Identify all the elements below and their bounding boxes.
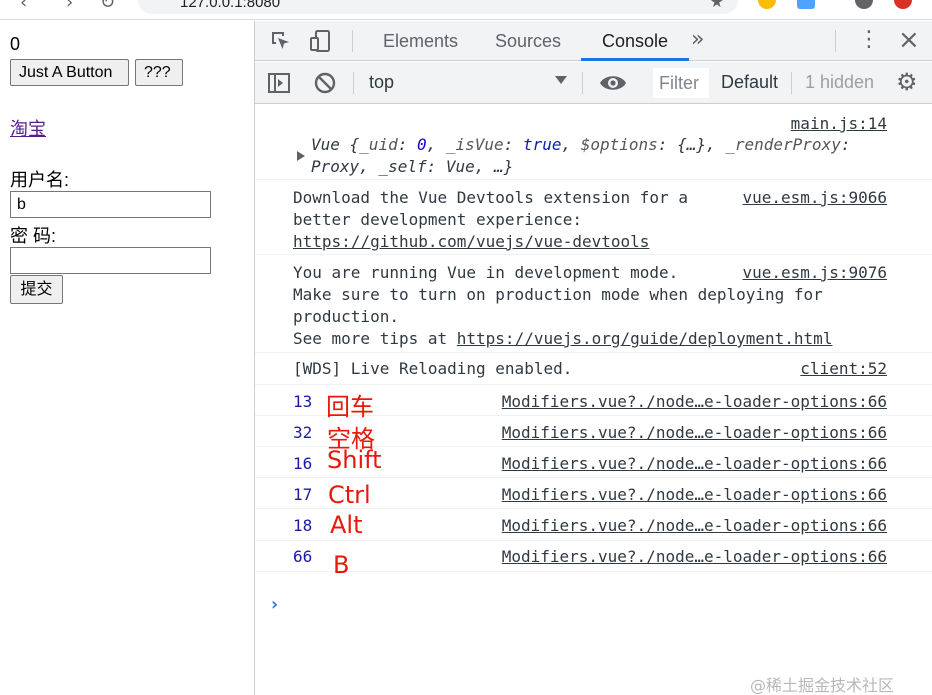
log-levels-select[interactable]: Default levels [721, 72, 779, 93]
message-text: See more tips at https://vuejs.org/guide… [293, 329, 833, 348]
console-message: vue.esm.js:9066 Download the Vue Devtool… [255, 180, 932, 255]
back-icon[interactable]: ‹ [20, 0, 27, 13]
message-text: Make sure to turn on production mode whe… [293, 285, 823, 304]
filter-placeholder: Filter [659, 73, 699, 93]
extension-icon[interactable] [758, 0, 776, 9]
username-input[interactable]: b [10, 191, 211, 218]
close-icon[interactable]: × [898, 25, 920, 55]
profile-avatar[interactable] [855, 0, 873, 9]
tab-console[interactable]: Console [581, 21, 689, 61]
context-select[interactable]: top [369, 72, 394, 93]
counter-value: 0 [10, 34, 21, 54]
console-message: client:52 [WDS] Live Reloading enabled. [255, 353, 932, 385]
console-output: main.js:14 Vue {_uid: 0, _isVue: true, $… [255, 105, 932, 695]
key-log-row: 16 Shift Modifiers.vue?./node…e-loader-o… [255, 446, 932, 478]
extension-icon[interactable] [797, 0, 815, 9]
watermark: @稀土掘金技术社区 [750, 676, 895, 695]
message-source[interactable]: Modifiers.vue?./node…e-loader-options:66 [502, 516, 887, 535]
prompt-chevron-icon[interactable]: › [269, 594, 280, 615]
divider [791, 72, 792, 94]
key-log-row: 18 Alt Modifiers.vue?./node…e-loader-opt… [255, 509, 932, 541]
keyname-annotation: Alt [330, 511, 363, 539]
chevron-down-icon[interactable] [555, 76, 567, 84]
message-source[interactable]: vue.esm.js:9076 [743, 263, 888, 282]
devtools-tabbar: Elements Sources Console » ⋮ × [255, 21, 932, 61]
message-text: Download the Vue Devtools extension for … [293, 188, 688, 207]
filter-input[interactable]: Filter [653, 68, 709, 98]
message-source[interactable]: vue.esm.js:9066 [743, 188, 888, 207]
key-log-row: 17 Ctrl Modifiers.vue?./node…e-loader-op… [255, 478, 932, 509]
more-tabs-icon[interactable]: » [691, 27, 704, 52]
keycode-value: 16 [293, 454, 313, 473]
keycode-value: 66 [293, 547, 313, 566]
divider [582, 72, 583, 94]
sidebar-toggle-icon[interactable] [267, 71, 291, 95]
clear-console-icon[interactable] [313, 71, 337, 95]
taobao-link[interactable]: 淘宝 [10, 115, 46, 141]
keyname-annotation: Shift [327, 446, 382, 474]
address-bar[interactable]: 127.0.0.1:8080 ★ [138, 0, 738, 14]
key-log-row: 13 回车 Modifiers.vue?./node…e-loader-opti… [255, 385, 932, 421]
divider [353, 72, 354, 94]
question-button[interactable]: ??? [135, 59, 183, 86]
message-text: better development experience: [293, 210, 582, 229]
console-message: main.js:14 Vue {_uid: 0, _isVue: true, $… [255, 105, 932, 180]
key-log-row: 66 B Modifiers.vue?./node…e-loader-optio… [255, 541, 932, 579]
console-message: vue.esm.js:9076 You are running Vue in d… [255, 255, 932, 353]
hidden-count: 1 hidden [805, 72, 875, 92]
deployment-link[interactable]: https://vuejs.org/guide/deployment.html [457, 329, 833, 348]
keyname-annotation: B [333, 551, 350, 579]
vue-object-line[interactable]: Vue {_uid: 0, _isVue: true, $options: {…… [311, 135, 850, 154]
tab-elements[interactable]: Elements [383, 21, 458, 61]
page-content: 0 Just A Button ??? 淘宝 用户名: b 密 码: 提交 [0, 21, 254, 695]
divider [835, 30, 836, 52]
reload-icon[interactable]: ↻ [100, 0, 115, 13]
message-source[interactable]: main.js:14 [791, 114, 887, 133]
tab-sources[interactable]: Sources [495, 21, 561, 61]
update-icon[interactable] [894, 0, 912, 9]
keycode-value: 18 [293, 516, 313, 535]
keyname-annotation: Ctrl [328, 481, 371, 509]
message-source[interactable]: Modifiers.vue?./node…e-loader-options:66 [502, 423, 887, 442]
address-url[interactable]: 127.0.0.1:8080 [180, 0, 280, 11]
just-a-button[interactable]: Just A Button [10, 59, 129, 86]
keycode-value: 32 [293, 423, 313, 442]
key-log-row: 32 空格 Modifiers.vue?./node…e-loader-opti… [255, 416, 932, 453]
kebab-menu-icon[interactable]: ⋮ [858, 27, 880, 52]
username-label: 用户名: [10, 170, 70, 190]
submit-button[interactable]: 提交 [10, 275, 63, 304]
forward-icon[interactable]: › [66, 0, 73, 13]
browser-toolbar: ‹ › ↻ 127.0.0.1:8080 ★ [0, 0, 932, 20]
message-source[interactable]: Modifiers.vue?./node…e-loader-options:66 [502, 454, 887, 473]
divider [352, 30, 353, 52]
password-input[interactable] [10, 247, 211, 274]
password-label: 密 码: [10, 226, 57, 246]
devtools-link[interactable]: https://github.com/vuejs/vue-devtools [293, 232, 649, 251]
console-toolbar: top Filter Default levels 1 hidden ⚙ [255, 62, 932, 104]
message-source[interactable]: Modifiers.vue?./node…e-loader-options:66 [502, 485, 887, 504]
message-text: [WDS] Live Reloading enabled. [293, 359, 573, 378]
star-icon[interactable]: ★ [710, 0, 724, 11]
eye-icon[interactable] [599, 71, 627, 95]
keycode-value: 13 [293, 392, 313, 411]
message-source[interactable]: Modifiers.vue?./node…e-loader-options:66 [502, 392, 887, 411]
device-toggle-icon[interactable] [309, 29, 333, 53]
message-text: You are running Vue in development mode. [293, 263, 679, 282]
vue-object-line: Proxy, _self: Vue, …} [311, 157, 514, 176]
expand-triangle-icon[interactable] [297, 151, 305, 161]
inspect-icon[interactable] [269, 29, 293, 53]
devtools-panel: Elements Sources Console » ⋮ × top Filte… [254, 21, 932, 695]
gear-icon[interactable]: ⚙ [896, 68, 918, 96]
message-source[interactable]: Modifiers.vue?./node…e-loader-options:66 [502, 547, 887, 566]
message-source[interactable]: client:52 [800, 359, 887, 378]
message-text: production. [293, 307, 399, 326]
keycode-value: 17 [293, 485, 313, 504]
